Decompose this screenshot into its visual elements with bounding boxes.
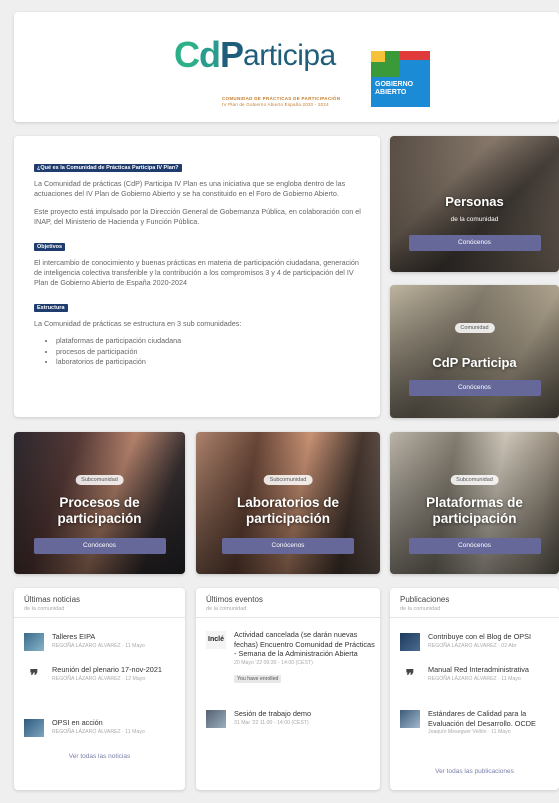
view-all-publications-link[interactable]: Ver todas las publicaciones xyxy=(390,768,559,775)
news-title[interactable]: Reunión del plenario 17-nov-2021 xyxy=(52,665,181,675)
laboratorios-card[interactable]: Subcomunidad Laboratorios de participaci… xyxy=(196,432,380,574)
news-meta: REGOÑA LÁZARO ÁLVAREZ · 11 Mayo xyxy=(52,642,145,649)
conocenos-button[interactable]: Conócenos xyxy=(222,538,354,554)
subcommunity-pill: Subcomunidad xyxy=(75,475,124,485)
logo-subtitle: COMUNIDAD DE PRÁCTICAS DE PARTICIPACIÓN xyxy=(222,96,341,101)
panel-title: Últimos eventos xyxy=(206,595,263,604)
panel-title: Últimas noticias xyxy=(24,595,81,604)
intro-paragraph-2: Este proyecto está impulsado por la Dire… xyxy=(34,206,361,227)
intro-panel: ¿Qué es la Comunidad de Prácticas Partic… xyxy=(14,136,380,417)
publication-title[interactable]: Manual Red Interadministrativa xyxy=(428,665,555,675)
event-title[interactable]: Actividad cancelada (se darán nuevas fec… xyxy=(234,630,376,659)
panel-title: Publicaciones xyxy=(400,595,450,604)
header-banner: C d P articipa COMUNIDAD DE PRÁCTICAS DE… xyxy=(14,12,559,122)
panel-header: Últimas noticias de la comunidad xyxy=(14,588,185,618)
news-item[interactable]: ❞ Reunión del plenario 17-nov-2021 REGOÑ… xyxy=(24,665,181,685)
procesos-card[interactable]: Subcomunidad Procesos de participación C… xyxy=(14,432,185,574)
event-thumbnail xyxy=(206,710,226,728)
publication-title[interactable]: Estándares de Calidad para la Evaluación… xyxy=(428,709,555,728)
publication-item[interactable]: Contribuye con el Blog de OPSI REGOÑA LÁ… xyxy=(400,632,555,651)
publication-thumbnail xyxy=(400,633,420,651)
event-date: 20 Mayo '22 09:30 - 14:00 (CEST) xyxy=(234,659,313,666)
news-title[interactable]: OPSI en acción xyxy=(52,718,181,728)
list-item: laboratorios de participación xyxy=(56,357,362,367)
events-panel: Últimos eventos de la comunidad Inclé Ac… xyxy=(196,588,380,790)
conocenos-button[interactable]: Conócenos xyxy=(408,538,541,554)
personas-card[interactable]: Personas de la comunidad Conócenos xyxy=(390,136,559,272)
news-meta: REGOÑA LÁZARO ÁLVAREZ · 11 Mayo xyxy=(52,728,145,735)
logo-wordmark: C d P articipa xyxy=(174,34,336,75)
publication-meta: Joaquín Meseguer Vellón · 11 Mayo xyxy=(428,729,511,736)
news-item[interactable]: Talleres EIPA REGOÑA LÁZARO ÁLVAREZ · 11… xyxy=(24,632,181,651)
conocenos-button[interactable]: Conócenos xyxy=(33,538,166,554)
card-title: Personas xyxy=(445,194,504,209)
subcommunity-pill: Subcomunidad xyxy=(263,475,313,485)
publications-panel: Publicaciones de la comunidad Contribuye… xyxy=(390,588,559,790)
publication-item[interactable]: ❞ Manual Red Interadministrativa REGOÑA … xyxy=(400,665,555,685)
community-pill: Comunidad xyxy=(454,323,495,333)
news-thumbnail xyxy=(24,719,44,737)
intro-paragraph-1: La Comunidad de prácticas (CdP) Particip… xyxy=(34,179,346,199)
list-item: procesos de participación xyxy=(56,347,362,357)
quote-icon: ❞ xyxy=(29,666,39,685)
publication-meta: REGOÑA LÁZARO ÁLVAREZ · 02 Abr xyxy=(428,642,517,649)
card-title: Laboratorios de participación xyxy=(236,495,339,526)
panel-header: Publicaciones de la comunidad xyxy=(390,588,559,618)
publication-meta: REGOÑA LÁZARO ÁLVAREZ · 11 Mayo xyxy=(428,675,521,682)
gobierno-abierto-logo[interactable]: GOBIERNO ABIERTO xyxy=(371,51,430,107)
panel-subtitle: de la comunidad xyxy=(206,606,247,612)
news-meta: REGOÑA LÁZARO ÁLVAREZ · 12 Mayo xyxy=(52,675,146,682)
news-panel: Últimas noticias de la comunidad Tallere… xyxy=(14,588,185,790)
news-title[interactable]: Talleres EIPA xyxy=(52,632,181,642)
section-tag-structure: Estructura xyxy=(34,303,68,312)
panel-subtitle: de la comunidad xyxy=(24,606,65,612)
event-logo-icon: Inclé xyxy=(206,631,226,649)
publication-item[interactable]: Estándares de Calidad para la Evaluación… xyxy=(400,709,555,736)
logo-subtitle-plan: IV Plan de Gobierno Abierto España 2020 … xyxy=(222,102,329,107)
event-title[interactable]: Sesión de trabajo demo xyxy=(234,709,376,719)
news-thumbnail xyxy=(24,633,44,651)
card-title: CdP Participa xyxy=(432,355,517,370)
news-item[interactable]: OPSI en acción REGOÑA LÁZARO ÁLVAREZ · 1… xyxy=(24,718,181,737)
conocenos-button[interactable]: Conócenos xyxy=(408,380,541,396)
panel-header: Últimos eventos de la comunidad xyxy=(196,588,380,618)
plataformas-card[interactable]: Subcomunidad Plataformas de participació… xyxy=(390,432,559,574)
enrolled-badge: You have enrolled xyxy=(234,674,282,683)
card-subtitle: de la comunidad xyxy=(450,216,499,223)
event-item[interactable]: Sesión de trabajo demo 31 Mar '22 11:00 … xyxy=(206,709,376,728)
event-date: 31 Mar '22 11:00 - 14:00 (CEST) xyxy=(234,719,309,726)
objectives-paragraph: El intercambio de conocimiento y buenas … xyxy=(34,257,359,288)
panel-subtitle: de la comunidad xyxy=(400,606,441,612)
card-title: Procesos de participación xyxy=(57,495,142,526)
event-item[interactable]: Inclé Actividad cancelada (se darán nuev… xyxy=(206,630,376,685)
cdparticipa-logo[interactable]: C d P articipa COMUNIDAD DE PRÁCTICAS DE… xyxy=(174,34,369,116)
subcommunity-pill: Subcomunidad xyxy=(450,475,499,485)
conocenos-button[interactable]: Conócenos xyxy=(408,235,541,251)
view-all-news-link[interactable]: Ver todas las noticias xyxy=(14,753,185,760)
publication-thumbnail xyxy=(400,710,420,728)
card-title: Plataformas de participación xyxy=(426,495,523,526)
cdp-participa-card[interactable]: Comunidad CdP Participa Conócenos xyxy=(390,285,559,418)
publication-title[interactable]: Contribuye con el Blog de OPSI xyxy=(428,632,555,642)
list-item: plataformas de participación ciudadana xyxy=(56,336,362,346)
structure-paragraph: La Comunidad de prácticas se estructura … xyxy=(34,318,242,328)
quote-icon: ❞ xyxy=(405,666,415,685)
subcommunity-list: plataformas de participación ciudadana p… xyxy=(56,336,362,367)
section-tag-objectives: Objetivos xyxy=(34,242,66,251)
section-tag-what: ¿Qué es la Comunidad de Prácticas Partic… xyxy=(34,164,182,172)
